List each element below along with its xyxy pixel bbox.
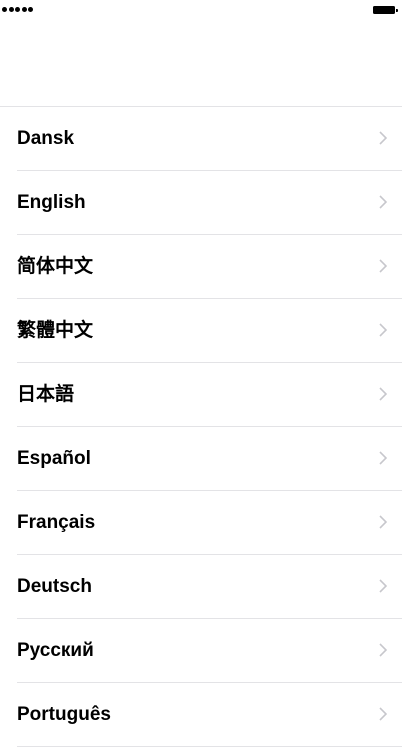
language-label: Español	[17, 448, 91, 469]
signal-dots-icon	[2, 7, 33, 12]
language-row-spanish[interactable]: Español	[17, 427, 402, 491]
language-row-traditional-chinese[interactable]: 繁體中文	[17, 299, 402, 363]
language-row-dansk[interactable]: Dansk	[17, 107, 402, 171]
battery-icon	[373, 6, 398, 14]
language-label: 简体中文	[17, 256, 94, 277]
language-row-portuguese[interactable]: Português	[17, 683, 402, 747]
language-label: 繁體中文	[17, 320, 94, 341]
language-label: Русский	[17, 640, 94, 661]
chevron-right-icon	[379, 707, 387, 721]
chevron-right-icon	[379, 515, 387, 529]
language-row-japanese[interactable]: 日本語	[17, 363, 402, 427]
status-bar	[0, 0, 402, 22]
chevron-right-icon	[379, 387, 387, 401]
language-label: 日本語	[17, 384, 75, 405]
language-label: Français	[17, 512, 96, 533]
chevron-right-icon	[379, 451, 387, 465]
language-label: Dansk	[17, 128, 75, 149]
language-label: Português	[17, 704, 111, 725]
language-row-simplified-chinese[interactable]: 简体中文	[17, 235, 402, 299]
language-row-german[interactable]: Deutsch	[17, 555, 402, 619]
language-row-english[interactable]: English	[17, 171, 402, 235]
chevron-right-icon	[379, 259, 387, 273]
language-label: Deutsch	[17, 576, 92, 597]
language-label: English	[17, 192, 86, 213]
chevron-right-icon	[379, 131, 387, 145]
chevron-right-icon	[379, 579, 387, 593]
language-row-russian[interactable]: Русский	[17, 619, 402, 683]
chevron-right-icon	[379, 643, 387, 657]
language-row-french[interactable]: Français	[17, 491, 402, 555]
language-list: Dansk English 简体中文 繁體中文 日本語 Español Fran…	[0, 106, 402, 747]
chevron-right-icon	[379, 195, 387, 209]
chevron-right-icon	[379, 323, 387, 337]
